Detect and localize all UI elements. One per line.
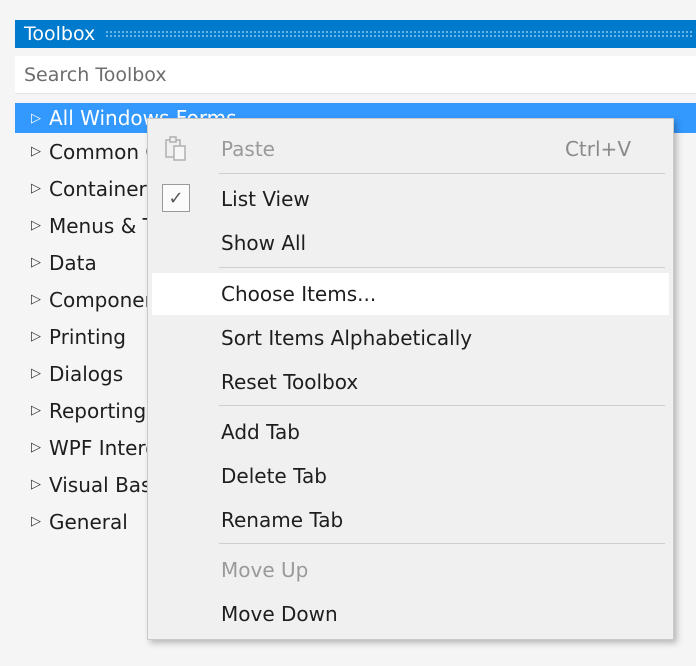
- menu-item-label: Paste: [221, 137, 275, 161]
- menu-item-choose-items[interactable]: Choose Items...: [152, 273, 669, 315]
- menu-item-label: Choose Items...: [221, 282, 377, 306]
- menu-separator: [219, 267, 665, 268]
- expand-arrow-icon[interactable]: ▷: [15, 514, 41, 529]
- menu-item-label: Show All: [221, 231, 307, 255]
- expand-arrow-icon[interactable]: ▷: [15, 111, 41, 126]
- menu-separator: [219, 405, 665, 406]
- menu-item-label: Move Up: [221, 558, 309, 582]
- search-placeholder: Search Toolbox: [24, 63, 167, 86]
- menu-separator: [219, 543, 665, 544]
- menu-item-paste[interactable]: Paste Ctrl+V: [148, 128, 673, 170]
- check-icon: ✓: [162, 184, 190, 212]
- menu-item-move-up[interactable]: Move Up: [148, 549, 673, 591]
- expand-arrow-icon[interactable]: ▷: [15, 329, 41, 344]
- toolbox-title: Toolbox: [24, 23, 96, 45]
- menu-item-label: List View: [221, 187, 310, 211]
- paste-icon: [161, 134, 191, 164]
- expand-arrow-icon[interactable]: ▷: [15, 255, 41, 270]
- menu-item-rename-tab[interactable]: Rename Tab: [148, 499, 673, 541]
- toolbox-context-menu: Paste Ctrl+V ✓ List View Show All Choose…: [147, 118, 674, 640]
- expand-arrow-icon[interactable]: ▷: [15, 181, 41, 196]
- toolbox-tab-label: Dialogs: [49, 361, 124, 386]
- menu-item-reset-toolbox[interactable]: Reset Toolbox: [148, 361, 673, 403]
- expand-arrow-icon[interactable]: ▷: [15, 477, 41, 492]
- toolbox-tab-label: General: [49, 509, 128, 534]
- menu-item-sort-items-alphabetically[interactable]: Sort Items Alphabetically: [148, 317, 673, 359]
- expand-arrow-icon[interactable]: ▷: [15, 440, 41, 455]
- menu-item-label: Move Down: [221, 602, 338, 626]
- expand-arrow-icon[interactable]: ▷: [15, 144, 41, 159]
- expand-arrow-icon[interactable]: ▷: [15, 218, 41, 233]
- menu-item-label: Add Tab: [221, 420, 300, 444]
- toolbox-tab-label: Printing: [49, 324, 126, 349]
- expand-arrow-icon[interactable]: ▷: [15, 403, 41, 418]
- menu-item-add-tab[interactable]: Add Tab: [148, 411, 673, 453]
- menu-item-label: Rename Tab: [221, 508, 344, 532]
- expand-arrow-icon[interactable]: ▷: [15, 292, 41, 307]
- menu-item-list-view[interactable]: ✓ List View: [148, 178, 673, 220]
- toolbox-tab-label: Data: [49, 250, 97, 275]
- expand-arrow-icon[interactable]: ▷: [15, 366, 41, 381]
- menu-item-move-down[interactable]: Move Down: [148, 593, 673, 635]
- toolbox-titlebar[interactable]: Toolbox: [15, 20, 696, 48]
- search-toolbox-input[interactable]: Search Toolbox: [15, 56, 696, 94]
- menu-separator: [219, 173, 665, 174]
- toolbox-tab-label: Reporting: [49, 398, 147, 423]
- titlebar-grip: [105, 30, 692, 38]
- menu-item-shortcut: Ctrl+V: [564, 137, 631, 161]
- menu-item-label: Sort Items Alphabetically: [221, 326, 473, 350]
- menu-item-label: Delete Tab: [221, 464, 327, 488]
- toolbox-tab-label: Containers: [49, 176, 158, 201]
- menu-item-delete-tab[interactable]: Delete Tab: [148, 455, 673, 497]
- menu-item-label: Reset Toolbox: [221, 370, 359, 394]
- menu-item-show-all[interactable]: Show All: [148, 222, 673, 264]
